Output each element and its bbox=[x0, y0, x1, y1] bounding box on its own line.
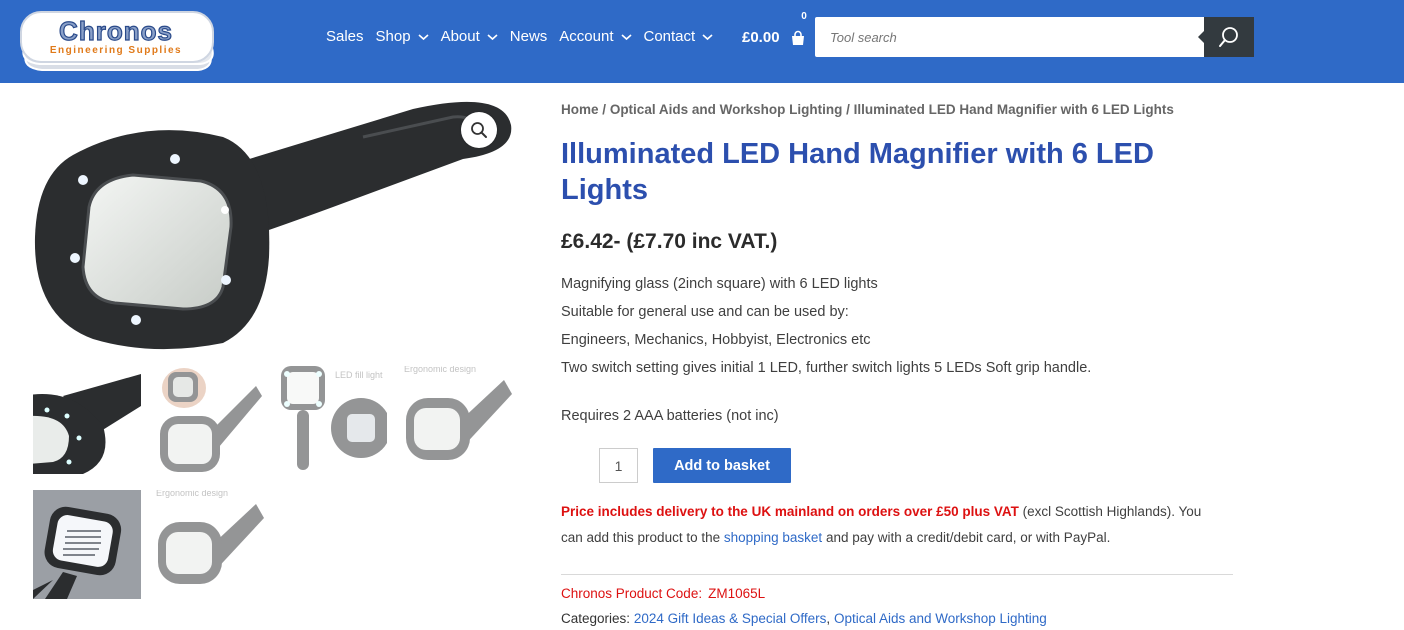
product-code-label: Chronos Product Code: bbox=[561, 586, 703, 601]
nav-item-about[interactable]: About bbox=[441, 28, 498, 45]
description-line: Two switch setting gives initial 1 LED, … bbox=[561, 360, 1092, 376]
product-code: Chronos Product Code: ZM1065L bbox=[561, 586, 765, 601]
thumbnail-caption: Ergonomic design bbox=[156, 490, 229, 498]
product-code-value: ZM1065L bbox=[708, 586, 766, 601]
shopping-basket-link[interactable]: shopping basket bbox=[724, 530, 822, 545]
chevron-down-icon bbox=[620, 33, 632, 40]
shopping-bag-icon bbox=[791, 30, 804, 45]
product-main-image[interactable] bbox=[33, 97, 513, 354]
cart-count-badge: 0 bbox=[801, 11, 807, 22]
breadcrumb-current: Illuminated LED Hand Magnifier with 6 LE… bbox=[853, 102, 1174, 117]
nav-item-sales[interactable]: Sales bbox=[326, 28, 364, 45]
product-price: £6.42- (£7.70 inc VAT.) bbox=[561, 230, 778, 253]
product-thumbnail[interactable]: Ergonomic design bbox=[404, 366, 512, 475]
search-form bbox=[815, 17, 1254, 57]
description-line: Engineers, Mechanics, Hobbyist, Electron… bbox=[561, 332, 871, 348]
cart-link[interactable]: £0.00 bbox=[742, 29, 806, 46]
nav-item-account[interactable]: Account bbox=[559, 28, 632, 45]
nav-label: About bbox=[440, 28, 480, 45]
nav-label: Shop bbox=[375, 28, 411, 45]
category-link[interactable]: 2024 Gift Ideas & Special Offers bbox=[634, 611, 827, 626]
product-thumbnail[interactable] bbox=[156, 366, 264, 475]
site-header: Chronos Engineering Supplies Sales Shop … bbox=[0, 0, 1404, 83]
nav-item-news[interactable]: News bbox=[510, 28, 548, 45]
nav-label: Sales bbox=[326, 28, 364, 45]
breadcrumb-home[interactable]: Home bbox=[561, 102, 599, 117]
description-line: Suitable for general use and can be used… bbox=[561, 304, 849, 320]
thumbnail-caption: LED fill light bbox=[335, 370, 383, 380]
nav-label: News bbox=[509, 28, 548, 45]
breadcrumb: Home / Optical Aids and Workshop Lightin… bbox=[561, 102, 1174, 117]
search-button[interactable] bbox=[1198, 17, 1254, 57]
nav-label: Contact bbox=[643, 28, 696, 45]
add-to-basket-button[interactable]: Add to basket bbox=[653, 448, 791, 483]
divider bbox=[561, 574, 1233, 575]
delivery-highlight: Price includes delivery to the UK mainla… bbox=[561, 504, 1019, 519]
nav-item-shop[interactable]: Shop bbox=[376, 28, 429, 45]
categories-separator: , bbox=[826, 611, 834, 626]
product-thumbnail[interactable]: Ergonomic design bbox=[156, 490, 264, 599]
battery-note: Requires 2 AAA batteries (not inc) bbox=[561, 408, 779, 424]
nav-item-contact[interactable]: Contact bbox=[644, 28, 714, 45]
category-link[interactable]: Optical Aids and Workshop Lighting bbox=[834, 611, 1047, 626]
logo-tagline: Engineering Supplies bbox=[50, 45, 182, 56]
product-thumbnail[interactable] bbox=[33, 490, 141, 599]
breadcrumb-category[interactable]: Optical Aids and Workshop Lighting bbox=[610, 102, 843, 117]
breadcrumb-separator: / bbox=[602, 102, 607, 117]
logo-name: Chronos bbox=[59, 16, 173, 46]
description-line: Magnifying glass (2inch square) with 6 L… bbox=[561, 276, 878, 292]
search-input[interactable] bbox=[815, 17, 1204, 57]
chevron-down-icon bbox=[418, 33, 429, 40]
chevron-down-icon bbox=[702, 33, 713, 40]
product-description: Magnifying glass (2inch square) with 6 L… bbox=[561, 270, 1091, 382]
nav-label: Account bbox=[559, 28, 614, 45]
quantity-input[interactable] bbox=[599, 448, 638, 483]
breadcrumb-separator: / bbox=[846, 102, 850, 117]
magnifier-zoom-icon[interactable] bbox=[461, 112, 497, 148]
product-categories: Categories: 2024 Gift Ideas & Special Of… bbox=[561, 611, 1047, 626]
delivery-text: and pay with a credit/debit card, or wit… bbox=[822, 530, 1111, 545]
cart-total: £0.00 bbox=[742, 29, 780, 46]
search-icon bbox=[1219, 27, 1238, 47]
site-logo[interactable]: Chronos Engineering Supplies bbox=[18, 4, 216, 74]
delivery-note: Price includes delivery to the UK mainla… bbox=[561, 499, 1226, 551]
main-nav: Sales Shop About News Account Contact bbox=[326, 28, 725, 45]
product-thumbnail[interactable] bbox=[33, 366, 141, 475]
categories-label: Categories: bbox=[561, 611, 631, 626]
product-title: Illuminated LED Hand Magnifier with 6 LE… bbox=[561, 138, 1154, 206]
product-thumbnail[interactable]: LED fill light bbox=[279, 366, 387, 475]
thumbnail-caption: Ergonomic design bbox=[404, 366, 477, 374]
chevron-down-icon bbox=[487, 33, 498, 40]
